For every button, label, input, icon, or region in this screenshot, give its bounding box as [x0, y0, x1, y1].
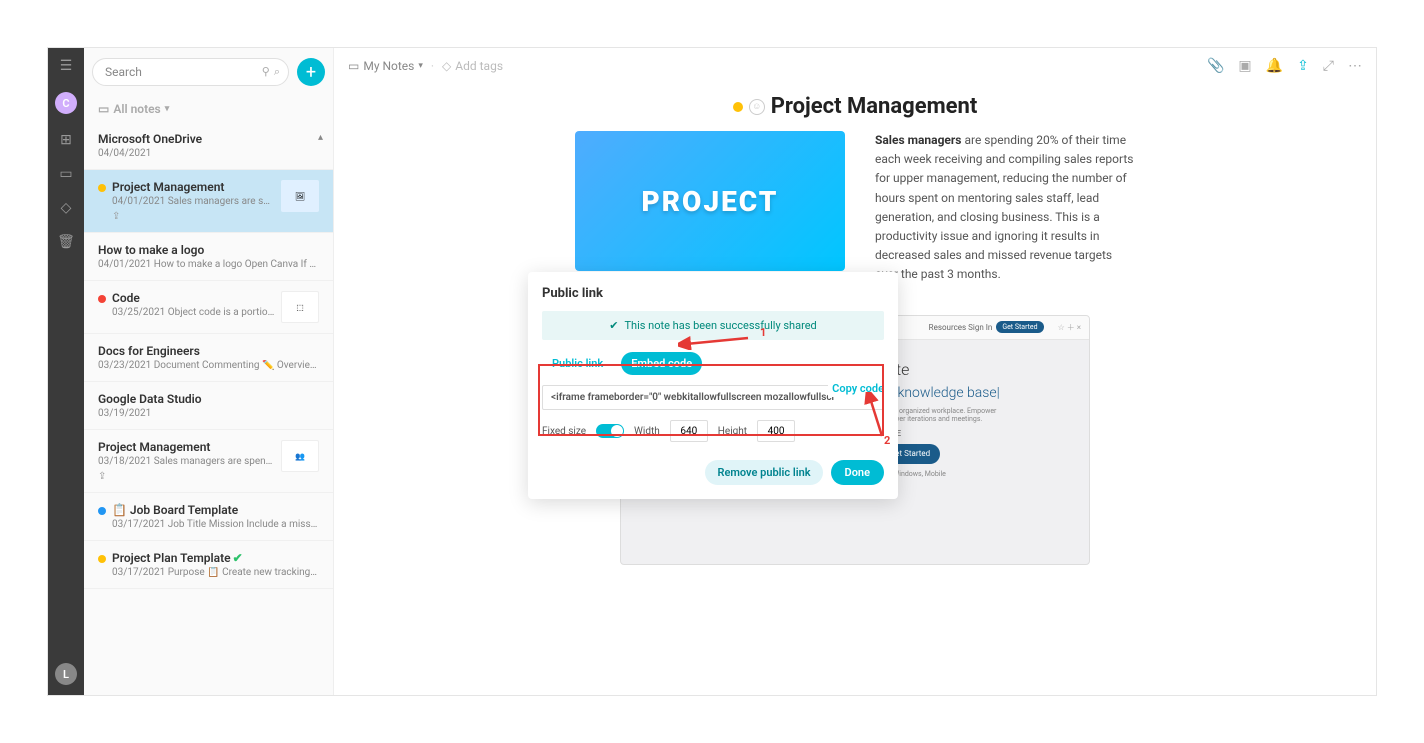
note-title: Code [112, 291, 275, 305]
modal-title: Public link [542, 286, 884, 301]
expand-icon[interactable]: ⤢ [1323, 58, 1334, 74]
note-title: 📋 Job Board Template [112, 503, 319, 517]
note-title: Google Data Studio [98, 392, 319, 406]
fixed-size-toggle[interactable] [596, 424, 624, 438]
fixed-size-label: Fixed size [542, 426, 586, 437]
list-item[interactable]: Code 03/25/2021 Object code is a portion… [84, 281, 333, 334]
chevron-up-icon[interactable]: ▴ [318, 132, 323, 143]
color-dot [98, 555, 106, 563]
note-meta: 03/25/2021 Object code is a portion … [112, 307, 275, 318]
note-meta: 04/01/2021 Sales managers are spen… [112, 196, 275, 207]
remove-public-link-button[interactable]: Remove public link [705, 460, 822, 485]
width-input[interactable] [670, 420, 708, 442]
topbar: ▭ My Notes ▾ · ◇ Add tags 📎 ▣ 🔔 ⇪ ⤢ ⋯ [334, 48, 1376, 84]
list-item[interactable]: Google Data Studio 03/19/2021 [84, 382, 333, 430]
note-meta: 03/18/2021 Sales managers are spen… [98, 456, 275, 467]
done-button[interactable]: Done [831, 460, 884, 485]
note-thumbnail: ⬚ [281, 291, 319, 323]
tab-embed-code[interactable]: Embed code [621, 352, 702, 375]
bell-icon[interactable]: 🔔 [1266, 58, 1283, 74]
hero-image: PROJECT [575, 131, 845, 271]
height-input[interactable] [757, 420, 795, 442]
all-notes-dropdown[interactable]: ▭All notes▾ [84, 96, 333, 122]
note-meta: 03/17/2021 Purpose 📋 Create new tracking… [112, 567, 319, 578]
color-dot [98, 184, 106, 192]
share-icon[interactable]: ⇪ [1297, 58, 1309, 74]
attachment-icon[interactable]: 📎 [1207, 58, 1224, 74]
share-icon: ⇪ [112, 211, 275, 222]
list-item[interactable]: How to make a logo 04/01/2021 How to mak… [84, 233, 333, 281]
note-meta: 03/19/2021 [98, 408, 319, 419]
copy-code-link[interactable]: Copy code [828, 380, 884, 397]
search-input[interactable]: Search ⚲ ⌕ [92, 58, 289, 86]
folder-icon[interactable]: ▭ [58, 166, 74, 182]
grid-icon[interactable]: ⊞ [58, 132, 74, 148]
avatar[interactable]: C [55, 92, 77, 114]
note-title: Project Management [112, 180, 275, 194]
note-meta: 04/01/2021 How to make a logo Open Canva… [98, 259, 319, 270]
doc-paragraph: Sales managers are spending 20% of their… [875, 131, 1135, 285]
note-list: Microsoft OneDrive 04/04/2021 ▴ Project … [84, 122, 333, 695]
success-banner: ✔ This note has been successfully shared [542, 311, 884, 340]
share-icon: ⇪ [98, 471, 275, 482]
tag-icon[interactable]: ◇ [58, 200, 74, 216]
list-item[interactable]: Project Management 03/18/2021 Sales mana… [84, 430, 333, 493]
note-meta: 03/23/2021 Document Commenting ✏️ Overvi… [98, 360, 319, 371]
note-thumbnail: 🖼 [281, 180, 319, 212]
annotation-label-1: 1 [760, 326, 766, 339]
add-note-button[interactable]: + [297, 58, 325, 86]
page-title: ☺ Project Management [374, 94, 1336, 119]
get-started-button[interactable]: Get Started [996, 321, 1043, 333]
tab-public-link[interactable]: Public link [542, 352, 613, 375]
note-title: Project Plan Template✔ [112, 551, 319, 565]
qr-icon[interactable]: ▣ [1238, 58, 1251, 74]
note-title: Project Management [98, 440, 275, 454]
note-sidebar: Search ⚲ ⌕ + ▭All notes▾ Microsoft OneDr… [84, 48, 334, 695]
list-item[interactable]: Project Management 04/01/2021 Sales mana… [84, 170, 333, 233]
public-link-modal: Public link ✔ This note has been success… [528, 272, 898, 499]
menu-icon[interactable]: ☰ [58, 58, 74, 74]
chevron-down-icon: ▾ [418, 61, 423, 71]
folder-icon: ▭ [348, 59, 359, 73]
note-thumbnail: 👥 [281, 440, 319, 472]
add-tags-button[interactable]: ◇ Add tags [442, 59, 503, 73]
color-dot [98, 507, 106, 515]
height-label: Height [718, 426, 747, 437]
note-meta: 03/17/2021 Job Title Mission Include a m… [112, 519, 319, 530]
tag-icon: ◇ [442, 59, 451, 73]
list-item[interactable]: Microsoft OneDrive 04/04/2021 ▴ [84, 122, 333, 170]
filter-icon[interactable]: ⚲ [262, 65, 270, 79]
note-meta: 04/04/2021 [98, 148, 319, 159]
list-item[interactable]: Project Plan Template✔ 03/17/2021 Purpos… [84, 541, 333, 589]
note-title: How to make a logo [98, 243, 319, 257]
breadcrumb[interactable]: ▭ My Notes ▾ [348, 59, 423, 73]
list-item[interactable]: 📋 Job Board Template 03/17/2021 Job Titl… [84, 493, 333, 541]
hero-text: PROJECT [642, 185, 779, 218]
color-dot [98, 295, 106, 303]
search-placeholder: Search [105, 65, 142, 79]
check-icon: ✔ [609, 319, 618, 332]
more-icon[interactable]: ⋯ [1348, 58, 1362, 74]
note-title: Microsoft OneDrive [98, 132, 319, 146]
note-title: Docs for Engineers [98, 344, 319, 358]
trash-icon[interactable]: 🗑 [58, 234, 74, 250]
app-rail: ☰ C ⊞ ▭ ◇ 🗑 L [48, 48, 84, 695]
emoji-placeholder-icon[interactable]: ☺ [749, 99, 765, 115]
list-item[interactable]: Docs for Engineers 03/23/2021 Document C… [84, 334, 333, 382]
check-icon: ✔ [233, 551, 243, 565]
color-dot [733, 102, 743, 112]
avatar-bottom[interactable]: L [55, 663, 77, 685]
annotation-label-2: 2 [884, 434, 890, 447]
width-label: Width [634, 426, 660, 437]
search-icon[interactable]: ⌕ [274, 65, 280, 79]
